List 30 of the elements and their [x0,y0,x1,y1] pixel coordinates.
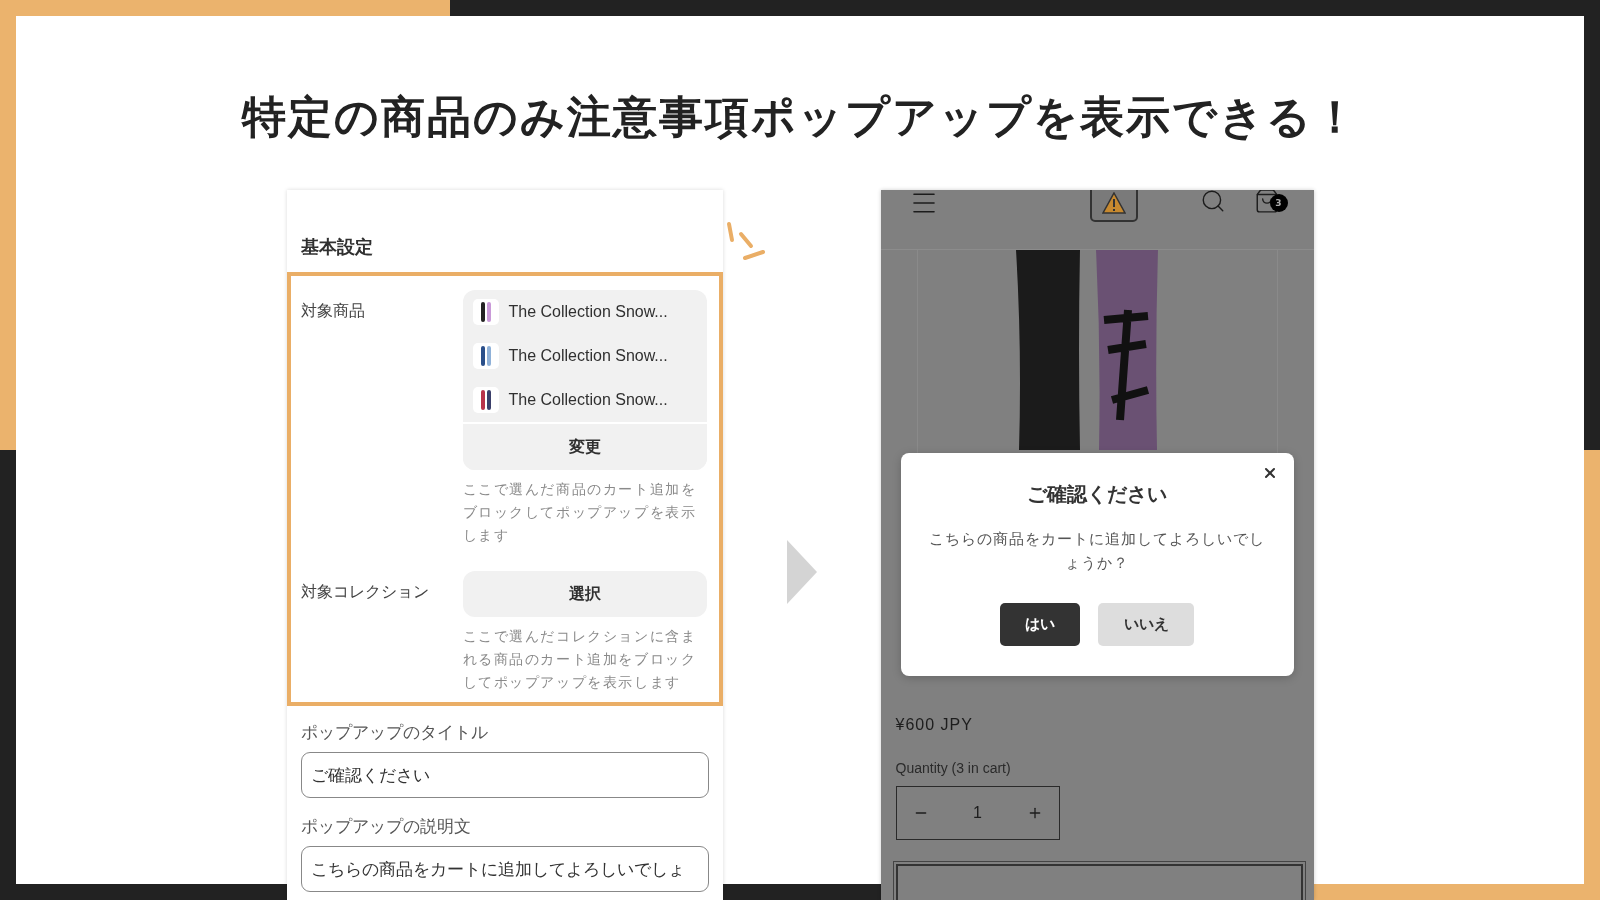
dialog-title: ご確認ください [1027,481,1167,508]
input-field[interactable]: ご確認ください [300,752,709,798]
snowboard-thumbnail [472,387,499,413]
setting-label: 対象商品 [300,300,366,322]
arrow-icon [786,540,817,604]
product-item[interactable]: The Collection Snow... [462,290,707,334]
input-field[interactable]: こちらの商品をカートに追加してよろしいでしょ [300,846,709,892]
yes-button[interactable]: はい [1000,603,1080,646]
product-item[interactable]: The Collection Snow... [462,334,707,378]
quantity-label: Quantity (3 in cart) [895,760,1011,776]
product-name: The Collection Snow... [508,303,668,321]
headline: 特定の商品のみ注意事項ポップアップを表示できる！ [241,92,1359,142]
product-name: The Collection Snow... [508,391,668,409]
product-item[interactable]: The Collection Snow... [462,378,707,422]
help-text: ここで選んだ商品のカート追加をブロックしてポップアップを表示します [462,480,698,545]
snowboard-thumbnail [472,299,499,325]
select-button[interactable]: 選択 [462,571,707,617]
help-text: ここで選んだコレクションに含まれる商品のカート追加をブロックしてポップアップを表示します [462,627,698,692]
change-button[interactable]: 変更 [462,422,707,470]
quantity-value: 1 [973,804,982,822]
field-label: ポップアップのタイトル [300,721,489,744]
section-title: 基本設定 [299,235,374,259]
cart-count-badge: 3 [1269,194,1288,212]
dialog-message: こちらの商品をカートに追加してよろしいでしょうか？ [928,529,1266,574]
product-price: ¥600 JPY [895,716,973,734]
no-button[interactable]: いいえ [1098,603,1194,646]
setting-label: 対象コレクション [300,581,430,603]
field-label: ポップアップの説明文 [300,815,472,838]
snowboard-thumbnail [472,343,499,369]
product-name: The Collection Snow... [508,347,668,365]
